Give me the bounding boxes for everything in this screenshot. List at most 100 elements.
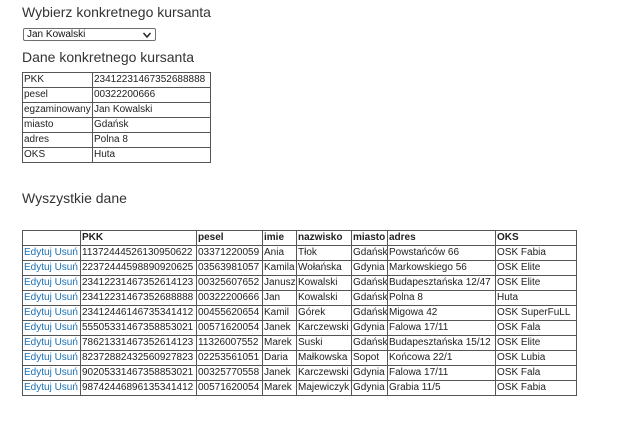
- table-row: Edytuj Usuń 11372444526130950622 033712200…: [22, 245, 577, 261]
- row-actions: Edytuj Usuń: [22, 320, 81, 336]
- delete-link[interactable]: Usuń: [55, 292, 78, 303]
- cell-pkk: 55505331467358853021: [80, 320, 197, 336]
- cell-miasto: Gdynia: [351, 380, 388, 396]
- edit-link[interactable]: Edytuj: [24, 307, 52, 318]
- edit-link[interactable]: Edytuj: [24, 292, 52, 303]
- cell-pesel: 00455620654: [196, 305, 263, 321]
- cell-nazwisko: Suski: [296, 335, 352, 351]
- edit-link[interactable]: Edytuj: [24, 382, 52, 393]
- cell-miasto: Sopot: [351, 350, 388, 366]
- delete-link[interactable]: Usuń: [55, 247, 78, 258]
- cell-adres: Grabia 11/5: [387, 380, 496, 396]
- cell-pesel: 02253561051: [196, 350, 263, 366]
- cell-adres: Końcowa 22/1: [387, 350, 496, 366]
- delete-link[interactable]: Usuń: [55, 352, 78, 363]
- details-value: Polna 8: [92, 132, 211, 148]
- heading-all-data: Wyszystkie dane: [22, 190, 127, 206]
- cell-pesel: 00325770558: [196, 365, 263, 381]
- cell-miasto: Gdynia: [351, 320, 388, 336]
- cell-imie: Ania: [262, 245, 297, 261]
- row-actions: Edytuj Usuń: [22, 275, 81, 291]
- student-select-value: Jan Kowalski: [27, 29, 86, 40]
- cell-adres: Powstańców 66: [387, 245, 496, 261]
- cell-oks: OSK Elite: [495, 275, 577, 291]
- edit-link[interactable]: Edytuj: [24, 277, 52, 288]
- delete-link[interactable]: Usuń: [55, 382, 78, 393]
- cell-miasto: Gdańsk: [351, 275, 388, 291]
- cell-adres: Polna 8: [387, 290, 496, 306]
- cell-adres: Budapesztańska 12/47: [387, 275, 496, 291]
- details-row: OKS Huta: [22, 147, 211, 163]
- details-label: OKS: [22, 147, 93, 163]
- cell-nazwisko: Kowalski: [296, 290, 352, 306]
- column-header-oks: OKS: [495, 230, 577, 246]
- cell-oks: OSK Fabia: [495, 380, 577, 396]
- cell-adres: Falowa 17/11: [387, 320, 496, 336]
- details-label: adres: [22, 132, 93, 148]
- cell-pkk: 22372444598890920625: [80, 260, 197, 276]
- cell-miasto: Gdańsk: [351, 305, 388, 321]
- delete-link[interactable]: Usuń: [55, 277, 78, 288]
- table-row: Edytuj Usuń 23412231467352614123 003256076…: [22, 275, 577, 291]
- cell-pesel: 00571620054: [196, 380, 263, 396]
- table-row: Edytuj Usuń 23412446146735341412 004556206…: [22, 305, 577, 321]
- table-row: Edytuj Usuń 78621331467352614123 113260075…: [22, 335, 577, 351]
- cell-miasto: Gdańsk: [351, 290, 388, 306]
- cell-nazwisko: Wołańska: [296, 260, 352, 276]
- student-details-table: PKK 23412231467352688888 pesel 00322200666 e…: [22, 72, 211, 163]
- delete-link[interactable]: Usuń: [55, 262, 78, 273]
- cell-imie: Jan: [262, 290, 297, 306]
- cell-pkk: 23412446146735341412: [80, 305, 197, 321]
- column-header-imie: imie: [262, 230, 297, 246]
- delete-link[interactable]: Usuń: [55, 322, 78, 333]
- cell-pkk: 78621331467352614123: [80, 335, 197, 351]
- cell-nazwisko: Karczewski: [296, 320, 352, 336]
- edit-link[interactable]: Edytuj: [24, 367, 52, 378]
- edit-link[interactable]: Edytuj: [24, 262, 52, 273]
- student-select[interactable]: Jan Kowalski: [23, 28, 156, 41]
- row-actions: Edytuj Usuń: [22, 350, 81, 366]
- delete-link[interactable]: Usuń: [55, 307, 78, 318]
- cell-nazwisko: Tłok: [296, 245, 352, 261]
- row-actions: Edytuj Usuń: [22, 305, 81, 321]
- cell-nazwisko: Majewiczyk: [296, 380, 352, 396]
- details-row: egzaminowany Jan Kowalski: [22, 102, 211, 118]
- edit-link[interactable]: Edytuj: [24, 352, 52, 363]
- cell-pesel: 03371220059: [196, 245, 263, 261]
- row-actions: Edytuj Usuń: [22, 290, 81, 306]
- cell-imie: Kamila: [262, 260, 297, 276]
- cell-imie: Kamil: [262, 305, 297, 321]
- row-actions: Edytuj Usuń: [22, 335, 81, 351]
- column-header-pkk: PKK: [80, 230, 197, 246]
- details-value: Gdańsk: [92, 117, 211, 133]
- cell-adres: Migowa 42: [387, 305, 496, 321]
- edit-link[interactable]: Edytuj: [24, 337, 52, 348]
- column-header-pesel: pesel: [196, 230, 263, 246]
- edit-link[interactable]: Edytuj: [24, 247, 52, 258]
- cell-oks: OSK Lubia: [495, 350, 577, 366]
- cell-adres: Budapesztańska 15/12: [387, 335, 496, 351]
- table-row: Edytuj Usuń 90205331467358853021 003257705…: [22, 365, 577, 381]
- cell-pkk: 23412231467352614123: [80, 275, 197, 291]
- cell-miasto: Gdańsk: [351, 335, 388, 351]
- cell-oks: OSK Fala: [495, 320, 577, 336]
- cell-pesel: 11326007552: [196, 335, 263, 351]
- cell-oks: OSK Fabia: [495, 245, 577, 261]
- row-actions: Edytuj Usuń: [22, 380, 81, 396]
- cell-miasto: Gdańsk: [351, 245, 388, 261]
- row-actions: Edytuj Usuń: [22, 245, 81, 261]
- cell-oks: OSK Fala: [495, 365, 577, 381]
- cell-nazwisko: Karczewski: [296, 365, 352, 381]
- delete-link[interactable]: Usuń: [55, 337, 78, 348]
- details-label: miasto: [22, 117, 93, 133]
- delete-link[interactable]: Usuń: [55, 367, 78, 378]
- cell-pkk: 82372882432560927823: [80, 350, 197, 366]
- cell-oks: OSK SuperFuLL: [495, 305, 577, 321]
- cell-imie: Janek: [262, 365, 297, 381]
- cell-oks: Huta: [495, 290, 577, 306]
- cell-pkk: 23412231467352688888: [80, 290, 197, 306]
- cell-miasto: Gdynia: [351, 260, 388, 276]
- edit-link[interactable]: Edytuj: [24, 322, 52, 333]
- cell-imie: Marek: [262, 335, 297, 351]
- table-row: Edytuj Usuń 55505331467358853021 005716200…: [22, 320, 577, 336]
